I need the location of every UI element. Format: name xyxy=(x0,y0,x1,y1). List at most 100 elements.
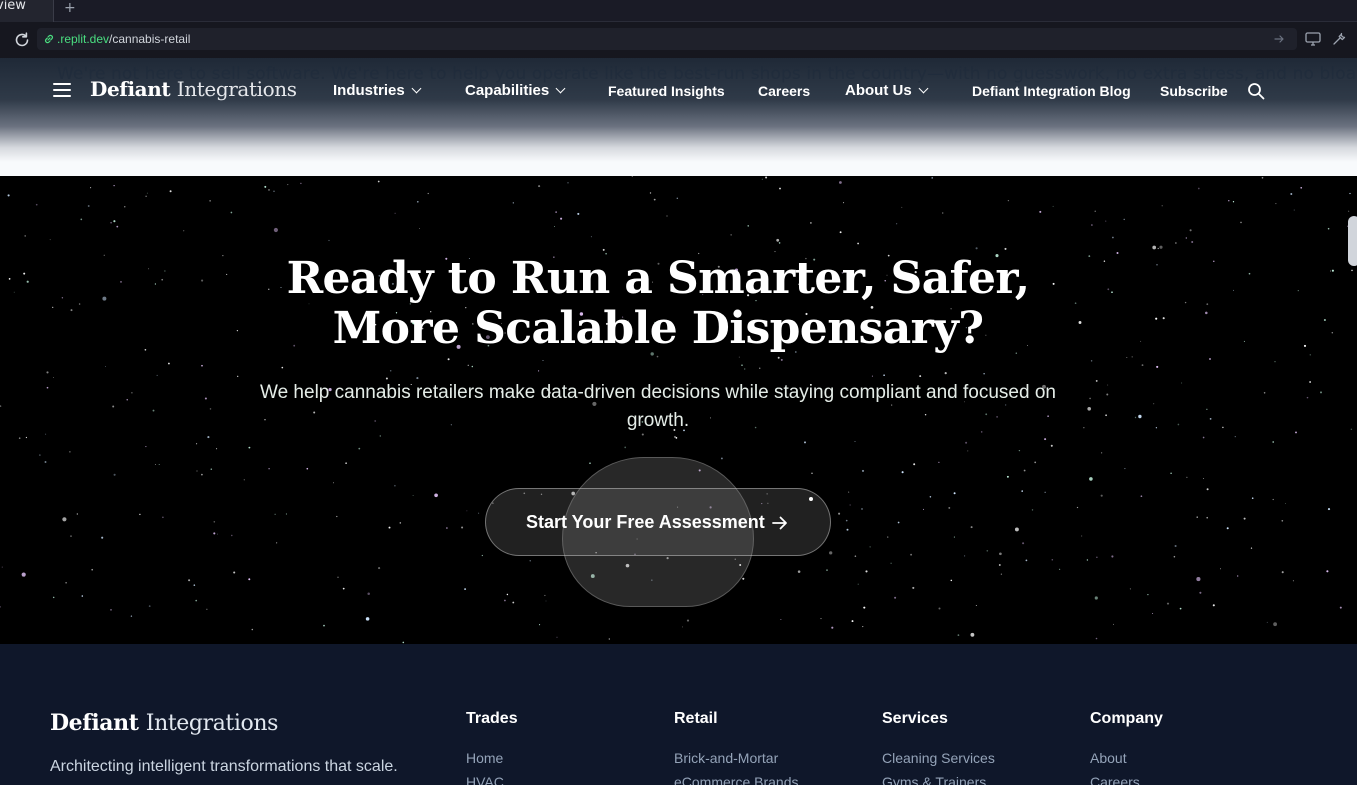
star xyxy=(70,535,72,537)
star xyxy=(538,185,541,188)
star xyxy=(0,405,2,407)
nav-subscribe[interactable]: Subscribe xyxy=(1160,83,1228,99)
star xyxy=(1251,497,1254,500)
star xyxy=(1000,573,1003,575)
star xyxy=(1153,403,1155,405)
star xyxy=(948,506,951,509)
nav-about-us[interactable]: About Us xyxy=(845,82,929,99)
star xyxy=(624,446,627,449)
star xyxy=(120,281,122,283)
star xyxy=(1113,623,1115,625)
monitor-icon[interactable] xyxy=(1305,32,1321,46)
star xyxy=(285,513,287,515)
star xyxy=(466,510,468,512)
star xyxy=(839,231,842,234)
arrow-right-icon[interactable] xyxy=(1273,33,1285,45)
star xyxy=(761,178,763,180)
star xyxy=(1219,568,1222,570)
footer-link[interactable]: Careers xyxy=(1090,770,1163,785)
star xyxy=(1203,477,1205,479)
star xyxy=(195,599,198,602)
star xyxy=(1228,200,1230,202)
star xyxy=(1300,186,1303,189)
star xyxy=(780,358,783,361)
star xyxy=(113,473,116,476)
star xyxy=(539,624,541,626)
footer-link[interactable]: Home xyxy=(466,746,518,770)
scrollbar-thumb[interactable] xyxy=(1348,216,1357,266)
star xyxy=(45,433,47,435)
browser-tab-title: view xyxy=(0,0,26,13)
star xyxy=(389,370,392,372)
star xyxy=(1131,356,1133,358)
browser-tab[interactable]: view xyxy=(0,0,54,22)
nav-blog[interactable]: Defiant Integration Blog xyxy=(972,83,1131,99)
star xyxy=(233,571,236,574)
star xyxy=(1327,508,1331,511)
star xyxy=(158,464,160,466)
star xyxy=(145,195,147,197)
start-assessment-button[interactable]: Start Your Free Assessment xyxy=(485,488,831,556)
star xyxy=(446,527,448,529)
star xyxy=(897,521,900,524)
new-tab-button[interactable]: + xyxy=(64,1,76,15)
star xyxy=(1052,205,1054,207)
star xyxy=(1275,203,1277,205)
star xyxy=(1021,490,1023,492)
star xyxy=(970,526,973,529)
star xyxy=(831,626,834,629)
star xyxy=(101,536,104,539)
star xyxy=(1306,396,1309,399)
star xyxy=(1197,187,1200,190)
star xyxy=(506,593,509,596)
nav-featured-insights[interactable]: Featured Insights xyxy=(608,83,725,99)
star xyxy=(544,594,546,597)
star xyxy=(1234,436,1236,438)
star xyxy=(1044,491,1046,493)
star xyxy=(1152,245,1157,250)
nav-careers[interactable]: Careers xyxy=(758,83,810,99)
footer-link[interactable]: eCommerce Brands xyxy=(674,770,799,785)
header-area: We're not here to sell software. We're h… xyxy=(0,58,1357,176)
star xyxy=(1272,441,1275,443)
address-bar[interactable]: .replit.dev/cannabis-retail xyxy=(37,28,1297,50)
footer-column-retail: Retail Brick-and-Mortar eCommerce Brands xyxy=(674,710,799,785)
star xyxy=(44,461,47,463)
star xyxy=(76,513,78,515)
star xyxy=(759,367,761,369)
brand-logo[interactable]: Defiant Integrations xyxy=(90,77,297,101)
footer-tagline: Architecting intelligent transformations… xyxy=(50,758,398,775)
star xyxy=(91,568,94,571)
star xyxy=(896,223,898,225)
star xyxy=(820,618,822,620)
star xyxy=(1226,527,1229,530)
footer-link[interactable]: HVAC xyxy=(466,770,518,785)
brand-soft: Integrations xyxy=(176,77,297,101)
nav-capabilities[interactable]: Capabilities xyxy=(465,82,566,99)
star xyxy=(471,365,474,368)
star xyxy=(1155,317,1158,320)
star xyxy=(1147,593,1149,596)
star xyxy=(910,553,913,556)
star xyxy=(216,533,218,535)
footer-link[interactable]: About xyxy=(1090,746,1163,770)
footer-link[interactable]: Gyms & Trainers xyxy=(882,770,995,785)
star xyxy=(1126,356,1128,359)
star xyxy=(1189,229,1192,232)
star xyxy=(1250,547,1253,549)
star xyxy=(144,348,147,351)
star xyxy=(857,583,859,585)
star xyxy=(1303,344,1307,347)
star xyxy=(1347,210,1350,212)
search-icon[interactable] xyxy=(1247,82,1265,100)
reload-icon[interactable] xyxy=(13,31,31,49)
wrench-icon[interactable] xyxy=(1332,31,1347,46)
nav-industries[interactable]: Industries xyxy=(333,82,422,99)
star xyxy=(975,247,978,250)
footer-link[interactable]: Cleaning Services xyxy=(882,746,995,770)
footer-brand-logo[interactable]: Defiant Integrations xyxy=(50,710,278,736)
footer-link[interactable]: Brick-and-Mortar xyxy=(674,746,799,770)
menu-icon[interactable] xyxy=(53,83,71,97)
hero-subtitle: We help cannabis retailers make data-dri… xyxy=(260,382,1056,431)
star xyxy=(26,280,29,283)
